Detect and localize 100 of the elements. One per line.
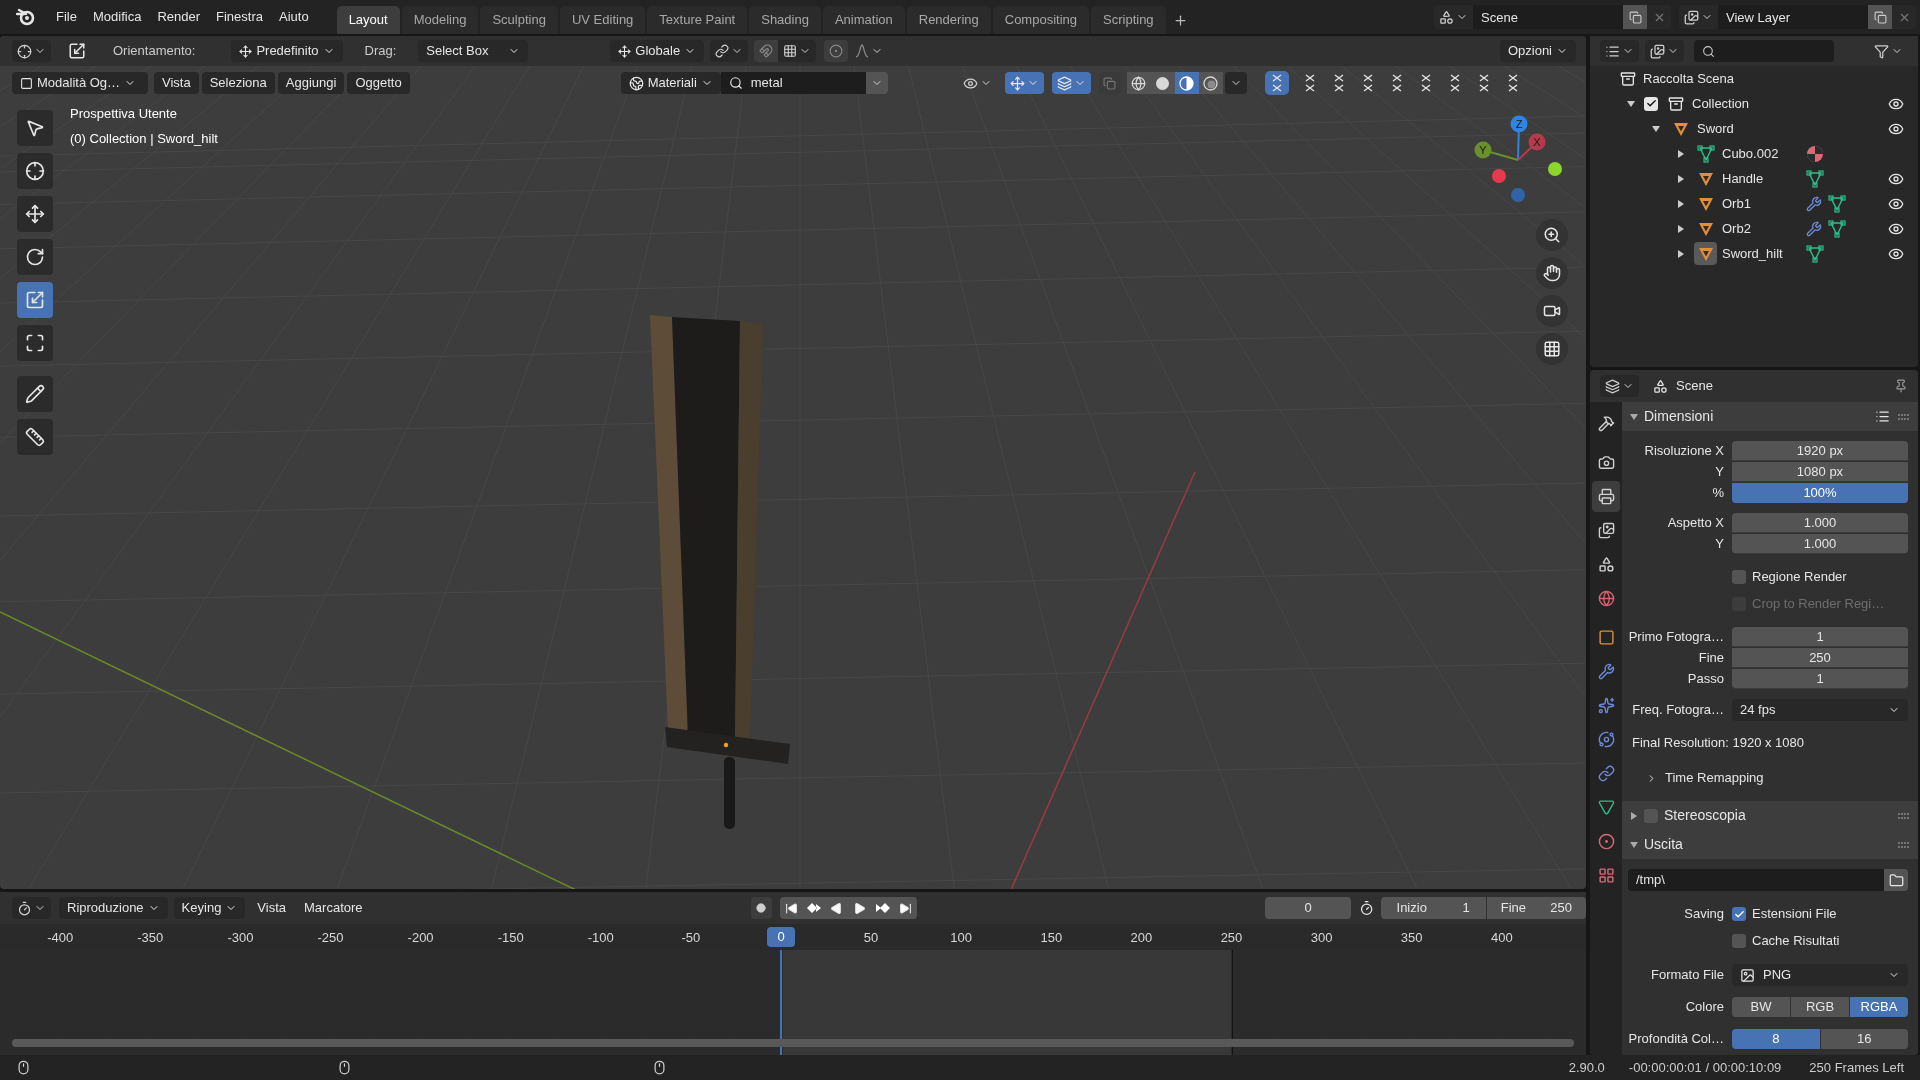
workspace-tab[interactable]: Sculpting <box>480 6 558 34</box>
segment-button[interactable]: RGBA <box>1850 997 1908 1017</box>
property-label: Saving <box>1683 905 1725 924</box>
dropdown[interactable]: PNG <box>1732 964 1908 986</box>
outliner-item[interactable]: Handle <box>1722 168 1802 189</box>
number-field[interactable]: 1080 px <box>1732 462 1908 482</box>
view-context: (0) Collection | Sword_hilt <box>70 129 218 148</box>
version-text: 2.90.0 <box>1568 1058 1605 1077</box>
ruler-label: -400 <box>46 929 75 947</box>
dropdown[interactable]: 24 fps <box>1732 699 1908 721</box>
time-text: -00:00:00:01 / 00:00:10:09 <box>1628 1058 1782 1077</box>
segment-button[interactable]: 16 <box>1820 1029 1908 1049</box>
number-field[interactable]: 1 <box>1732 627 1908 647</box>
property-label: Primo Fotogra… <box>1628 628 1725 647</box>
axis-handle[interactable]: Z <box>1510 115 1528 161</box>
slider[interactable]: 100% <box>1732 483 1908 503</box>
timeline-menu[interactable]: Marcatore <box>298 898 369 918</box>
end-frame-field[interactable]: Fine 250 <box>1486 897 1586 919</box>
orientation-dropdown[interactable]: Predefinito <box>231 40 343 62</box>
ruler-label: 300 <box>1309 929 1334 947</box>
property-label: Colore <box>1684 998 1725 1017</box>
view-layer-selector[interactable]: View Layer <box>1718 5 1868 29</box>
workspace-tab[interactable]: Animation <box>822 6 905 34</box>
menu-item[interactable]: Modifica <box>84 3 150 31</box>
outliner-item[interactable]: Orb2 <box>1722 218 1802 239</box>
property-label: Formato File <box>1650 966 1725 985</box>
start-frame-field[interactable]: Inizio 1 <box>1380 897 1486 919</box>
checkbox-label: Estensioni File <box>1752 905 1837 924</box>
number-field[interactable]: 1.000 <box>1732 513 1908 533</box>
property-label: Y <box>1714 463 1725 482</box>
ruler-label: -50 <box>680 929 702 947</box>
header-menu-item[interactable]: Aggiungi <box>277 72 345 94</box>
checkbox-label: Cache Risultati <box>1752 932 1840 951</box>
ruler-label: 250 <box>1219 929 1244 947</box>
ruler-label: 150 <box>1039 929 1064 947</box>
property-label: Aspetto X <box>1666 514 1725 533</box>
property-label: Fine <box>1697 649 1725 668</box>
timeline-menu[interactable]: Keying <box>173 897 246 919</box>
outliner-item[interactable]: Collection <box>1692 93 1772 114</box>
ruler-label: 50 <box>862 929 880 947</box>
number-field[interactable]: 1 <box>1732 669 1908 689</box>
ruler-label: -100 <box>586 929 615 947</box>
segment-button[interactable]: BW <box>1732 997 1790 1017</box>
ruler-label: 200 <box>1129 929 1154 947</box>
property-label: Y <box>1714 535 1725 554</box>
context-label: Scene <box>1676 377 1713 396</box>
workspace-tab[interactable]: Compositing <box>992 6 1089 34</box>
outliner-item[interactable]: Orb1 <box>1722 193 1802 214</box>
property-label: Freq. Fotogra… <box>1631 701 1725 720</box>
property-label: Profondità Col… <box>1628 1030 1725 1049</box>
menu-item[interactable]: Render <box>149 3 208 31</box>
property-label: Risoluzione X <box>1643 442 1725 461</box>
orientation-label: Orientamento: <box>113 42 196 61</box>
timeline-menu[interactable]: Vista <box>251 898 293 918</box>
number-field[interactable]: 250 <box>1732 648 1908 668</box>
outliner-root: Raccolta Scena <box>1643 69 1735 88</box>
playhead-label[interactable]: 0 <box>767 927 795 947</box>
outliner-item[interactable]: Cubo.002 <box>1722 143 1802 164</box>
header-menu-item[interactable]: Oggetto <box>347 72 410 94</box>
drag-dropdown[interactable]: Select Box <box>418 40 529 62</box>
path-field[interactable]: /tmp\ <box>1628 869 1884 891</box>
timeline-menu[interactable]: Riproduzione <box>59 897 168 919</box>
number-field[interactable]: 1920 px <box>1732 441 1908 461</box>
menu-item[interactable]: Aiuto <box>271 3 317 31</box>
ruler-label: -150 <box>496 929 525 947</box>
current-frame-field[interactable]: 0 <box>1265 897 1352 919</box>
menu-item[interactable]: File <box>48 3 85 31</box>
property-label: % <box>1711 484 1725 503</box>
workspace-tab[interactable]: Modeling <box>401 6 479 34</box>
segment-button[interactable]: RGB <box>1791 997 1849 1017</box>
workspace-tab[interactable]: Shading <box>749 6 821 34</box>
frames-left-text: 250 Frames Left <box>1809 1058 1904 1077</box>
number-field[interactable]: 1.000 <box>1732 534 1908 554</box>
scene-selector[interactable]: Scene <box>1473 5 1623 29</box>
mode-dropdown[interactable]: Modalità Og… <box>12 72 148 94</box>
axis-handle[interactable]: Y <box>1474 141 1519 161</box>
header-menu-item[interactable]: Seleziona <box>201 72 275 94</box>
segment-button[interactable]: 8 <box>1732 1029 1820 1049</box>
menu-item[interactable]: Finestra <box>208 3 271 31</box>
shading-source-dropdown[interactable]: Materiali <box>620 72 721 94</box>
checkbox-label: Regione Render <box>1752 568 1847 587</box>
ruler-label: -300 <box>226 929 255 947</box>
options-dropdown[interactable]: Opzioni <box>1499 40 1576 62</box>
workspace-tab[interactable]: Rendering <box>906 6 991 34</box>
workspace-tab[interactable]: Scripting <box>1091 6 1166 34</box>
panel-header[interactable]: Uscita <box>1630 834 1683 855</box>
view-name: Prospettiva Utente <box>70 105 178 123</box>
header-menu-item[interactable]: Vista <box>154 72 199 94</box>
search-field[interactable]: metal <box>720 72 866 94</box>
workspace-tab[interactable]: UV Editing <box>559 6 646 34</box>
transform-orientation-dropdown[interactable]: Globale <box>610 40 705 62</box>
ruler-label: -250 <box>316 929 345 947</box>
outliner-item[interactable]: Sword_hilt <box>1722 243 1802 264</box>
drag-label: Drag: <box>364 42 397 61</box>
subpanel-header[interactable]: Time Remapping <box>1628 765 1908 791</box>
final-resolution-text: Final Resolution: 1920 x 1080 <box>1632 734 1804 753</box>
workspace-tab[interactable]: Layout <box>336 6 400 34</box>
outliner-item[interactable]: Sword <box>1697 118 1777 139</box>
ruler-label: 350 <box>1399 929 1424 947</box>
workspace-tab[interactable]: Texture Paint <box>647 6 748 34</box>
